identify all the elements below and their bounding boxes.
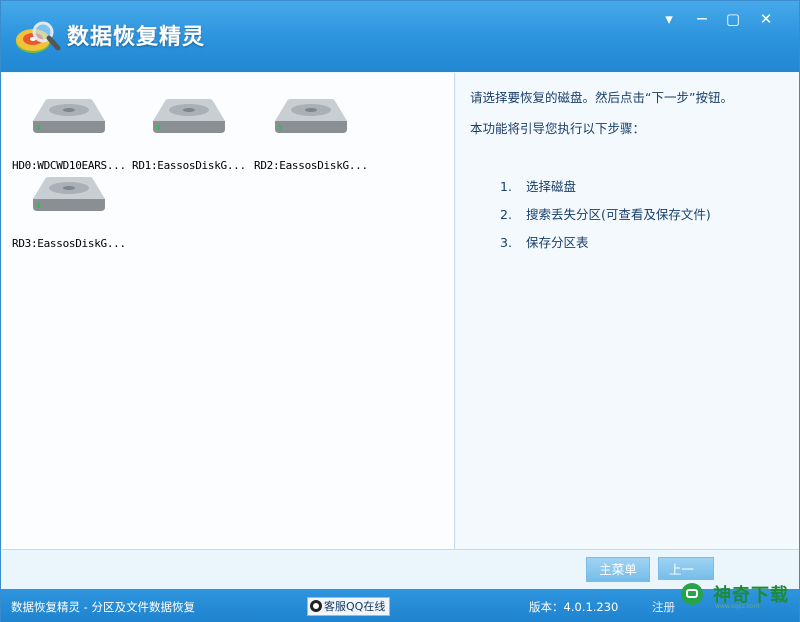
- minimize-button[interactable]: —: [690, 9, 714, 29]
- title-bar[interactable]: 数据恢复精灵 数据恢复精灵 ▾ — ▢ ✕: [1, 1, 799, 72]
- disk-label: RD1:EassosDiskG...: [132, 159, 246, 172]
- step-text: 保存分区表: [526, 235, 589, 250]
- disk-item-rd3[interactable]: RD3:EassosDiskG...: [12, 173, 132, 250]
- intro-line: 本功能将引导您执行以下步骤：: [470, 121, 646, 136]
- main-menu-button[interactable]: 主菜单: [586, 557, 650, 582]
- disk-item-hd0[interactable]: HD0:WDCWD10EARS...: [12, 95, 132, 172]
- app-window: 数据恢复精灵 数据恢复精灵 ▾ — ▢ ✕ HD0:WDCWD10EARS...: [0, 0, 800, 622]
- watermark-logo-icon: [681, 583, 703, 605]
- instruction-line: 请选择要恢复的磁盘。然后点击“下一步”按钮。: [470, 90, 733, 105]
- step-number: 1.: [500, 179, 512, 194]
- disk-list-panel: HD0:WDCWD10EARS... RD1:EassosDiskG... RD…: [2, 73, 455, 549]
- maximize-button[interactable]: ▢: [721, 9, 745, 29]
- app-description: 数据恢复精灵 - 分区及文件数据恢复: [11, 600, 195, 614]
- step-item: 1. 选择磁盘: [500, 173, 711, 201]
- disk-item-rd1[interactable]: RD1:EassosDiskG...: [132, 95, 252, 172]
- steps-list: 1. 选择磁盘 2. 搜索丢失分区(可查看及保存文件) 3. 保存分区表: [500, 173, 711, 257]
- instructions-text: 请选择要恢复的磁盘。然后点击“下一步”按钮。 本功能将引导您执行以下步骤：: [470, 89, 780, 151]
- disk-label: RD2:EassosDiskG...: [254, 159, 368, 172]
- step-number: 2.: [500, 207, 512, 222]
- hard-disk-icon: [33, 177, 105, 211]
- step-text: 搜索丢失分区(可查看及保存文件): [526, 207, 711, 222]
- disk-label: RD3:EassosDiskG...: [12, 237, 126, 250]
- app-title-reflection: 数据恢复精灵: [67, 29, 206, 43]
- hard-disk-icon: [275, 99, 347, 133]
- step-item: 3. 保存分区表: [500, 229, 711, 257]
- qq-support-label: 客服QQ在线: [324, 600, 386, 613]
- instructions-panel: 请选择要恢复的磁盘。然后点击“下一步”按钮。 本功能将引导您执行以下步骤： 1.…: [456, 73, 799, 549]
- version-label: 版本：4.0.1.230: [529, 600, 619, 614]
- qq-support-button[interactable]: 客服QQ在线: [307, 597, 391, 616]
- watermark-url: www.sqxz.com: [715, 603, 760, 610]
- hard-disk-icon: [33, 99, 105, 133]
- disk-item-rd2[interactable]: RD2:EassosDiskG...: [254, 95, 374, 172]
- step-number: 3.: [500, 235, 512, 250]
- step-text: 选择磁盘: [526, 179, 577, 194]
- register-link[interactable]: 注册: [652, 599, 675, 615]
- magnifier-disc-logo-icon: [16, 21, 61, 53]
- hard-disk-icon: [153, 99, 225, 133]
- menu-dropdown-button[interactable]: ▾: [657, 9, 681, 29]
- close-button[interactable]: ✕: [754, 9, 778, 29]
- divider: [2, 549, 799, 550]
- qq-penguin-icon: [310, 600, 322, 612]
- disk-label: HD0:WDCWD10EARS...: [12, 159, 126, 172]
- watermark: 神奇下载 www.sqxz.com: [673, 575, 799, 622]
- step-item: 2. 搜索丢失分区(可查看及保存文件): [500, 201, 711, 229]
